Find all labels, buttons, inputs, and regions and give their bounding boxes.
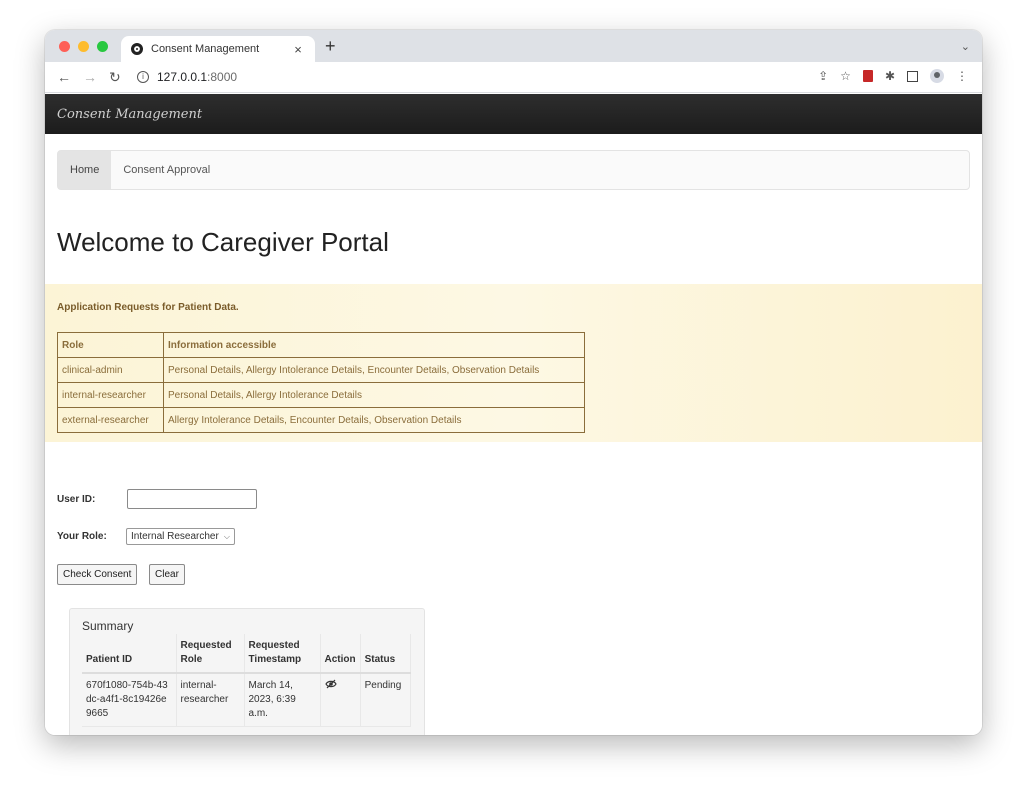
table-row: 670f1080-754b-43dc-a4f1-8c19426e9665 int… bbox=[82, 673, 411, 727]
header-requested-timestamp: Requested Timestamp bbox=[244, 634, 321, 674]
summary-panel: Summary Patient ID Requested Role Reques… bbox=[69, 608, 425, 735]
kebab-menu-icon[interactable]: ⋮ bbox=[956, 69, 968, 83]
table-row: external-researcher Allergy Intolerance … bbox=[57, 407, 585, 433]
roles-table: Role Information accessible clinical-adm… bbox=[57, 332, 585, 433]
reload-icon[interactable]: ↻ bbox=[109, 69, 121, 85]
clear-button[interactable]: Clear bbox=[149, 564, 185, 585]
header-patient-id: Patient ID bbox=[82, 634, 177, 674]
app-navbar: Consent Management bbox=[45, 94, 982, 134]
role-select-value: Internal Researcher bbox=[131, 531, 219, 542]
tab-search-chevron-icon[interactable]: ⌄ bbox=[961, 40, 970, 53]
table-row: internal-researcher Personal Details, Al… bbox=[57, 382, 585, 408]
info-cell: Personal Details, Allergy Intolerance De… bbox=[163, 357, 585, 383]
requests-title: Application Requests for Patient Data. bbox=[57, 302, 239, 313]
puzzle-extensions-icon[interactable]: ✱ bbox=[885, 69, 895, 83]
maximize-window-button[interactable] bbox=[97, 41, 108, 52]
side-panel-icon[interactable] bbox=[907, 70, 918, 82]
user-id-label: User ID: bbox=[57, 494, 96, 505]
browser-tab[interactable]: Consent Management × bbox=[121, 36, 315, 62]
summary-title: Summary bbox=[82, 619, 134, 633]
url-host: 127.0.0.1 bbox=[157, 70, 208, 84]
info-cell: Personal Details, Allergy Intolerance De… bbox=[163, 382, 585, 408]
extension-icon[interactable] bbox=[862, 70, 873, 82]
role-cell: external-researcher bbox=[57, 407, 164, 433]
page-content: Consent Management Home Consent Approval… bbox=[45, 94, 982, 735]
roles-header-info: Information accessible bbox=[163, 332, 585, 358]
header-requested-role: Requested Role bbox=[176, 634, 245, 674]
back-arrow-icon[interactable]: ← bbox=[57, 69, 71, 85]
status-cell: Pending bbox=[360, 673, 411, 727]
patient-id-cell: 670f1080-754b-43dc-a4f1-8c19426e9665 bbox=[82, 673, 177, 727]
role-select[interactable]: Internal Researcher ⌵ bbox=[126, 528, 235, 545]
requests-alert: Application Requests for Patient Data. R… bbox=[45, 284, 982, 442]
header-action: Action bbox=[320, 634, 361, 674]
browser-toolbar: ← → ↻ i 127.0.0.1:8000 ⇪ ☆ ✱ ⋮ bbox=[45, 62, 982, 93]
bookmark-star-icon[interactable]: ☆ bbox=[840, 69, 851, 83]
forward-arrow-icon[interactable]: → bbox=[83, 69, 97, 85]
nav-tabs: Home Consent Approval bbox=[57, 150, 970, 190]
minimize-window-button[interactable] bbox=[78, 41, 89, 52]
profile-avatar-icon[interactable] bbox=[930, 69, 944, 83]
user-id-input[interactable] bbox=[127, 489, 257, 509]
app-brand[interactable]: Consent Management bbox=[57, 107, 202, 122]
tab-title: Consent Management bbox=[151, 43, 260, 55]
check-consent-button[interactable]: Check Consent bbox=[57, 564, 138, 585]
tab-home[interactable]: Home bbox=[58, 151, 112, 189]
requested-role-cell: internal-researcher bbox=[176, 673, 245, 727]
tab-consent-approval[interactable]: Consent Approval bbox=[111, 151, 222, 189]
close-window-button[interactable] bbox=[59, 41, 70, 52]
roles-header-role: Role bbox=[57, 332, 164, 358]
site-info-icon[interactable]: i bbox=[137, 71, 149, 83]
role-cell: clinical-admin bbox=[57, 357, 164, 383]
chevron-down-icon: ⌵ bbox=[223, 532, 230, 541]
tab-close-icon[interactable]: × bbox=[291, 42, 305, 57]
share-icon[interactable]: ⇪ bbox=[818, 69, 828, 83]
table-row: clinical-admin Personal Details, Allergy… bbox=[57, 357, 585, 383]
toolbar-actions: ⇪ ☆ ✱ ⋮ bbox=[818, 69, 968, 83]
browser-window: Consent Management × + ⌄ ← → ↻ i 127.0.0… bbox=[45, 30, 982, 735]
role-label: Your Role: bbox=[57, 531, 107, 542]
action-cell bbox=[320, 673, 361, 727]
window-controls bbox=[59, 41, 108, 52]
header-status: Status bbox=[360, 634, 411, 674]
role-cell: internal-researcher bbox=[57, 382, 164, 408]
page-title: Welcome to Caregiver Portal bbox=[57, 227, 389, 257]
favicon-icon bbox=[131, 43, 143, 55]
address-bar[interactable]: 127.0.0.1:8000 bbox=[157, 70, 237, 84]
new-tab-button[interactable]: + bbox=[325, 37, 336, 55]
url-port: :8000 bbox=[207, 70, 238, 84]
tab-strip: Consent Management × + ⌄ bbox=[45, 30, 982, 62]
summary-table: Patient ID Requested Role Requested Time… bbox=[82, 634, 411, 727]
hide-eye-icon[interactable] bbox=[324, 679, 337, 689]
info-cell: Allergy Intolerance Details, Encounter D… bbox=[163, 407, 585, 433]
timestamp-cell: March 14, 2023, 6:39 a.m. bbox=[244, 673, 321, 727]
